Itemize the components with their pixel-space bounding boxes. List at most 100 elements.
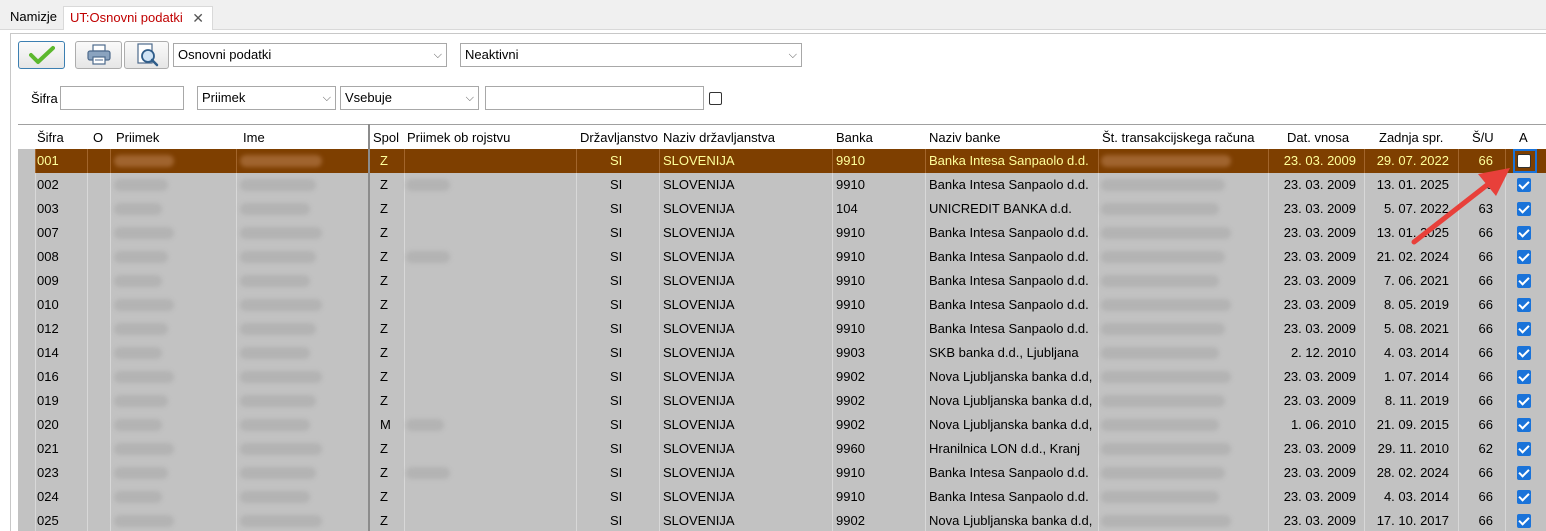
column-separator	[236, 365, 237, 389]
cell-naziv-banke: Banka Intesa Sanpaolo d.d.	[929, 273, 1089, 288]
table-row[interactable]: 020 M SI SLOVENIJA 9902 Nova Ljubljanska bank…	[18, 413, 1546, 437]
column-separator	[236, 461, 237, 485]
print-preview-button[interactable]	[124, 41, 169, 69]
active-checkbox[interactable]	[1517, 490, 1531, 504]
filter-operator-select[interactable]: Vsebuje ⌵	[340, 86, 479, 110]
column-separator	[35, 293, 36, 317]
column-separator	[404, 365, 405, 389]
table-row[interactable]: 021 Z SI SLOVENIJA 9960 Hranilnica LON d.d., …	[18, 437, 1546, 461]
col-header-drzavljanstvo[interactable]: Državljanstvo	[580, 130, 658, 145]
cell-sifra: 021	[37, 441, 59, 456]
column-separator	[236, 485, 237, 509]
table-row[interactable]: 002 Z SI SLOVENIJA 9910 Banka Intesa Sanpaolo…	[18, 173, 1546, 197]
redacted-cell	[114, 467, 168, 479]
cell-drzavljanstvo: SI	[610, 201, 623, 216]
view-select[interactable]: Osnovni podatki ⌵	[173, 43, 447, 67]
cell-banka: 9910	[836, 489, 865, 504]
cell-sifra: 007	[37, 225, 59, 240]
column-separator	[1505, 317, 1506, 341]
active-checkbox[interactable]	[1517, 298, 1531, 312]
col-header-priimek-ob-rojstvu[interactable]: Priimek ob rojstvu	[407, 130, 510, 145]
col-header-o[interactable]: O	[93, 130, 103, 145]
table-row[interactable]: 024 Z SI SLOVENIJA 9910 Banka Intesa Sanpaolo…	[18, 485, 1546, 509]
tab-osnovni-podatki[interactable]: UT:Osnovni podatki ✕	[63, 6, 213, 30]
column-separator	[576, 389, 577, 413]
table-row[interactable]: 023 Z SI SLOVENIJA 9910 Banka Intesa Sanpaolo…	[18, 461, 1546, 485]
active-checkbox[interactable]	[1517, 394, 1531, 408]
status-select[interactable]: Neaktivni ⌵	[460, 43, 802, 67]
col-header-a[interactable]: A	[1519, 130, 1528, 145]
column-separator	[1364, 197, 1365, 221]
column-separator	[1505, 365, 1506, 389]
table-row[interactable]: 010 Z SI SLOVENIJA 9910 Banka Intesa Sanpaolo…	[18, 293, 1546, 317]
col-header-sifra[interactable]: Šifra	[37, 130, 64, 145]
active-checkbox[interactable]	[1517, 514, 1531, 528]
cell-banka: 9902	[836, 513, 865, 528]
col-header-ime[interactable]: Ime	[243, 130, 265, 145]
cell-zadnja-spr: 4. 03. 2014	[1383, 489, 1449, 504]
sifra-input[interactable]	[60, 86, 184, 110]
active-checkbox[interactable]	[1517, 370, 1531, 384]
table-row[interactable]: 009 Z SI SLOVENIJA 9910 Banka Intesa Sanpaolo…	[18, 269, 1546, 293]
cell-naziv-banke: UNICREDIT BANKA d.d.	[929, 201, 1072, 216]
table-row[interactable]: 008 Z SI SLOVENIJA 9910 Banka Intesa Sanpaolo…	[18, 245, 1546, 269]
col-header-zadnja-spr[interactable]: Zadnja spr.	[1379, 130, 1443, 145]
col-header-spol[interactable]: Spol	[373, 130, 399, 145]
cell-dat-vnosa: 23. 03. 2009	[1283, 273, 1356, 288]
column-separator	[1268, 437, 1269, 461]
column-separator	[1505, 485, 1506, 509]
chevron-down-icon: ⌵	[465, 92, 474, 104]
column-separator	[1098, 509, 1099, 531]
table-row[interactable]: 007 Z SI SLOVENIJA 9910 Banka Intesa Sanpaolo…	[18, 221, 1546, 245]
cell-zadnja-spr: 4. 03. 2014	[1383, 345, 1449, 360]
tab-namizje[interactable]: Namizje	[4, 6, 63, 30]
column-separator	[925, 293, 926, 317]
table-row[interactable]: 019 Z SI SLOVENIJA 9902 Nova Ljubljanska bank…	[18, 389, 1546, 413]
col-header-dat-vnosa[interactable]: Dat. vnosa	[1287, 130, 1349, 145]
col-header-trr[interactable]: Št. transakcijskega računa	[1102, 130, 1254, 145]
column-separator	[87, 221, 88, 245]
table-row[interactable]: 012 Z SI SLOVENIJA 9910 Banka Intesa Sanpaolo…	[18, 317, 1546, 341]
column-separator	[236, 389, 237, 413]
active-checkbox[interactable]	[1517, 466, 1531, 480]
table-row[interactable]: 025 Z SI SLOVENIJA 9902 Nova Ljubljanska bank…	[18, 509, 1546, 531]
confirm-button[interactable]	[18, 41, 65, 69]
col-header-banka[interactable]: Banka	[836, 130, 873, 145]
col-header-naziv-banke[interactable]: Naziv banke	[929, 130, 1001, 145]
col-header-su[interactable]: Š/U	[1472, 130, 1494, 145]
active-checkbox[interactable]	[1517, 250, 1531, 264]
filter-checkbox[interactable]	[709, 92, 722, 105]
cell-sifra: 012	[37, 321, 59, 336]
active-checkbox[interactable]	[1517, 442, 1531, 456]
print-button[interactable]	[75, 41, 122, 69]
active-checkbox[interactable]	[1517, 274, 1531, 288]
table-row[interactable]: 003 Z SI SLOVENIJA 104 UNICREDIT BANKA d.d. 23…	[18, 197, 1546, 221]
column-separator	[1458, 461, 1459, 485]
table-row[interactable]: 016 Z SI SLOVENIJA 9902 Nova Ljubljanska bank…	[18, 365, 1546, 389]
cell-spol: Z	[380, 297, 388, 312]
active-checkbox[interactable]	[1517, 346, 1531, 360]
cell-naziv-drzavljanstva: SLOVENIJA	[663, 369, 735, 384]
column-separator	[576, 437, 577, 461]
cell-zadnja-spr: 29. 11. 2010	[1377, 441, 1449, 456]
column-separator	[832, 149, 833, 173]
cell-dat-vnosa: 23. 03. 2009	[1283, 177, 1356, 192]
cell-dat-vnosa: 23. 03. 2009	[1283, 513, 1356, 528]
column-separator	[659, 197, 660, 221]
cell-dat-vnosa: 23. 03. 2009	[1283, 369, 1356, 384]
table-row[interactable]: 001 Z SI SLOVENIJA 9910 Banka Intesa Sanpaolo…	[18, 149, 1546, 173]
redacted-cell	[406, 467, 450, 479]
close-icon[interactable]: ✕	[192, 7, 204, 29]
col-header-naziv-drzavljanstva[interactable]: Naziv državljanstva	[663, 130, 775, 145]
col-header-priimek[interactable]: Priimek	[116, 130, 159, 145]
filter-field-select[interactable]: Priimek ⌵	[197, 86, 336, 110]
column-separator	[110, 485, 111, 509]
active-checkbox[interactable]	[1517, 418, 1531, 432]
cell-dat-vnosa: 23. 03. 2009	[1283, 297, 1356, 312]
filter-value-input[interactable]	[485, 86, 704, 110]
column-separator	[925, 509, 926, 531]
frozen-column-splitter[interactable]	[368, 124, 370, 531]
cell-zadnja-spr: 1. 07. 2014	[1383, 369, 1449, 384]
table-row[interactable]: 014 Z SI SLOVENIJA 9903 SKB banka d.d., Ljubl…	[18, 341, 1546, 365]
active-checkbox[interactable]	[1517, 322, 1531, 336]
